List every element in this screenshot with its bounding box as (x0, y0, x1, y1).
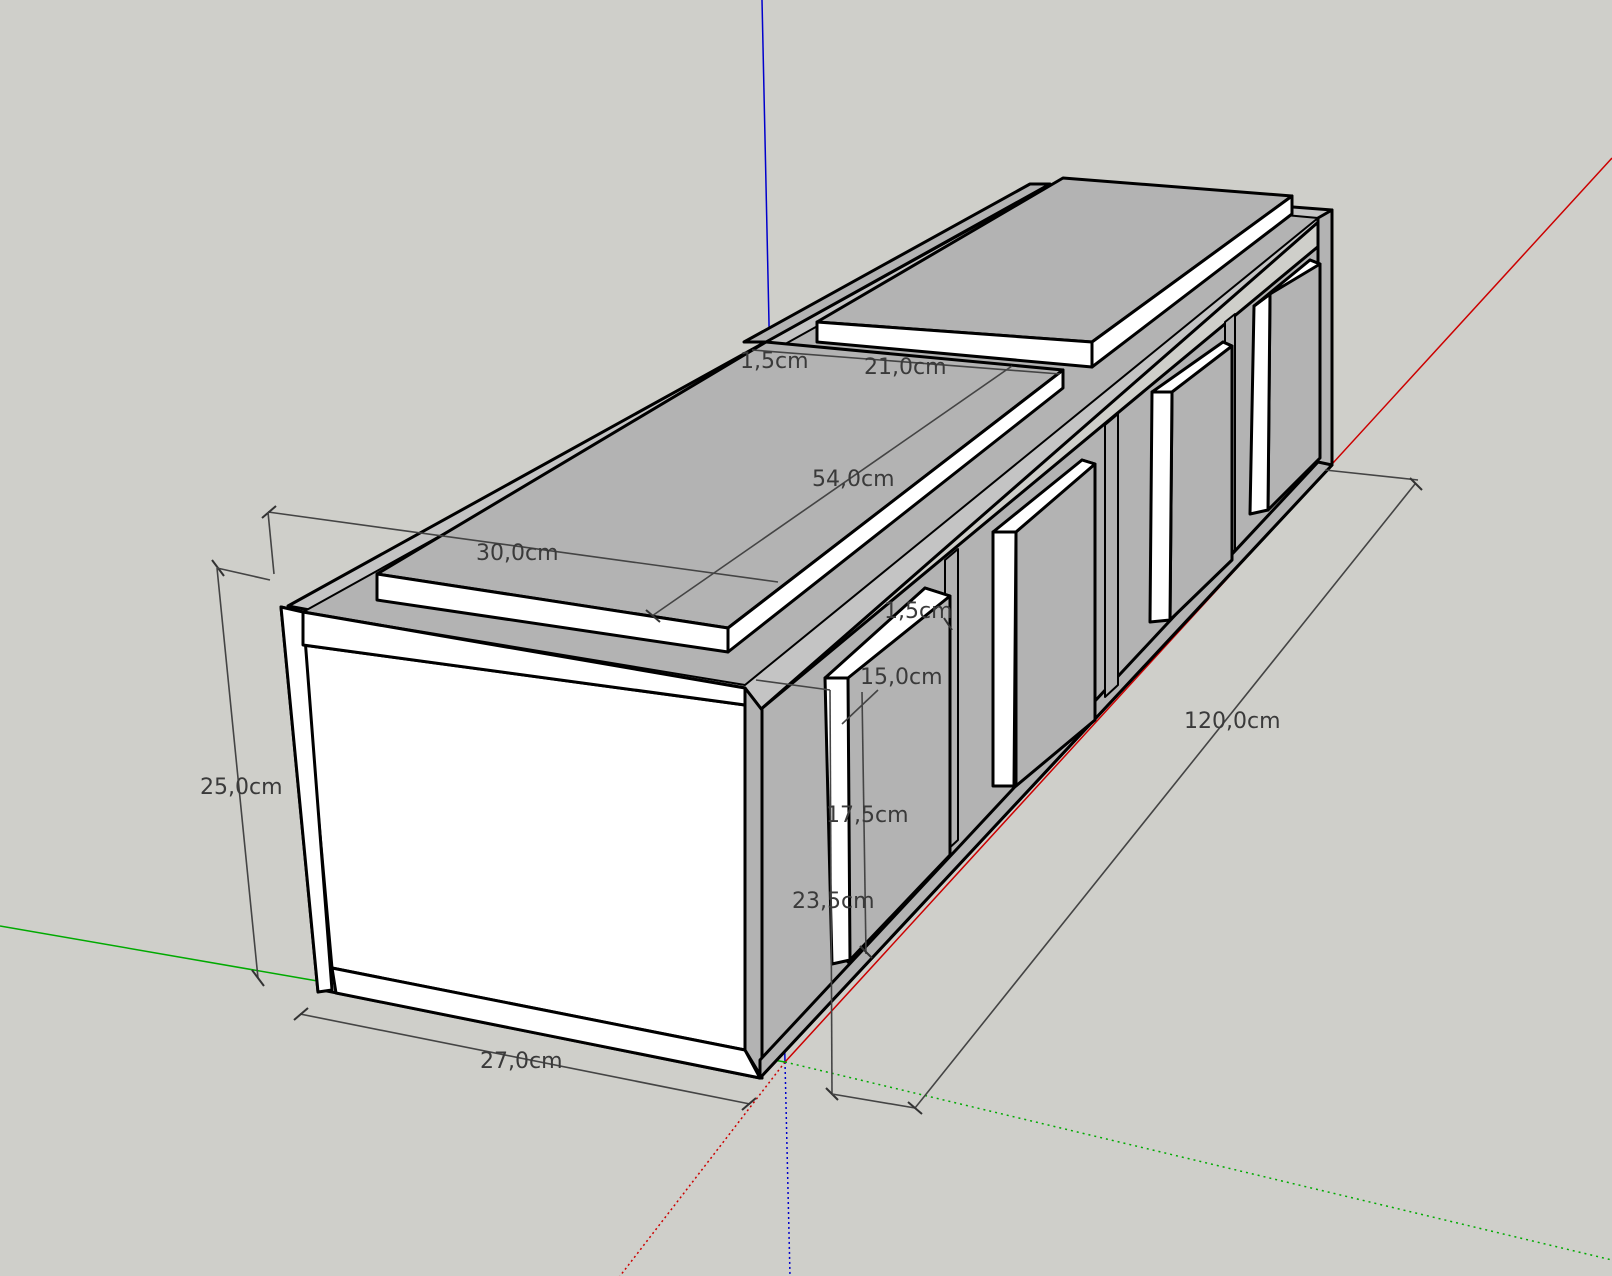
dim-height-total: 25,0cm (200, 775, 283, 800)
dim-lid2-length: 21,0cm (864, 355, 947, 380)
dim-divider-height: 17,5cm (826, 803, 909, 828)
box-model[interactable] (279, 176, 1334, 1080)
dim-divider-width: 15,0cm (860, 665, 943, 690)
sketchup-viewport[interactable]: 25,0cm 27,0cm 30,0cm 54,0cm 1,5cm 21,0cm… (0, 0, 1612, 1276)
side-post-2 (1104, 413, 1119, 698)
dim-lid-thickness: 1,5cm (740, 349, 809, 374)
divider2-front (991, 530, 1018, 788)
blue-axis-negative (784, 1061, 791, 1276)
dim-inner-height: 23,5cm (792, 889, 875, 914)
dim-lid-length: 54,0cm (812, 467, 895, 492)
dim-lid-depth: 30,0cm (476, 541, 559, 566)
dim-length-total: 120,0cm (1184, 709, 1281, 734)
green-axis-negative (784, 1061, 1612, 1261)
dim-divider-thickness: 1,5cm (884, 599, 953, 624)
divider4-front (1248, 292, 1272, 516)
box-front-right-edge (743, 686, 764, 1080)
dim-depth-bottom: 27,0cm (480, 1049, 563, 1074)
divider3-front (1148, 390, 1174, 624)
